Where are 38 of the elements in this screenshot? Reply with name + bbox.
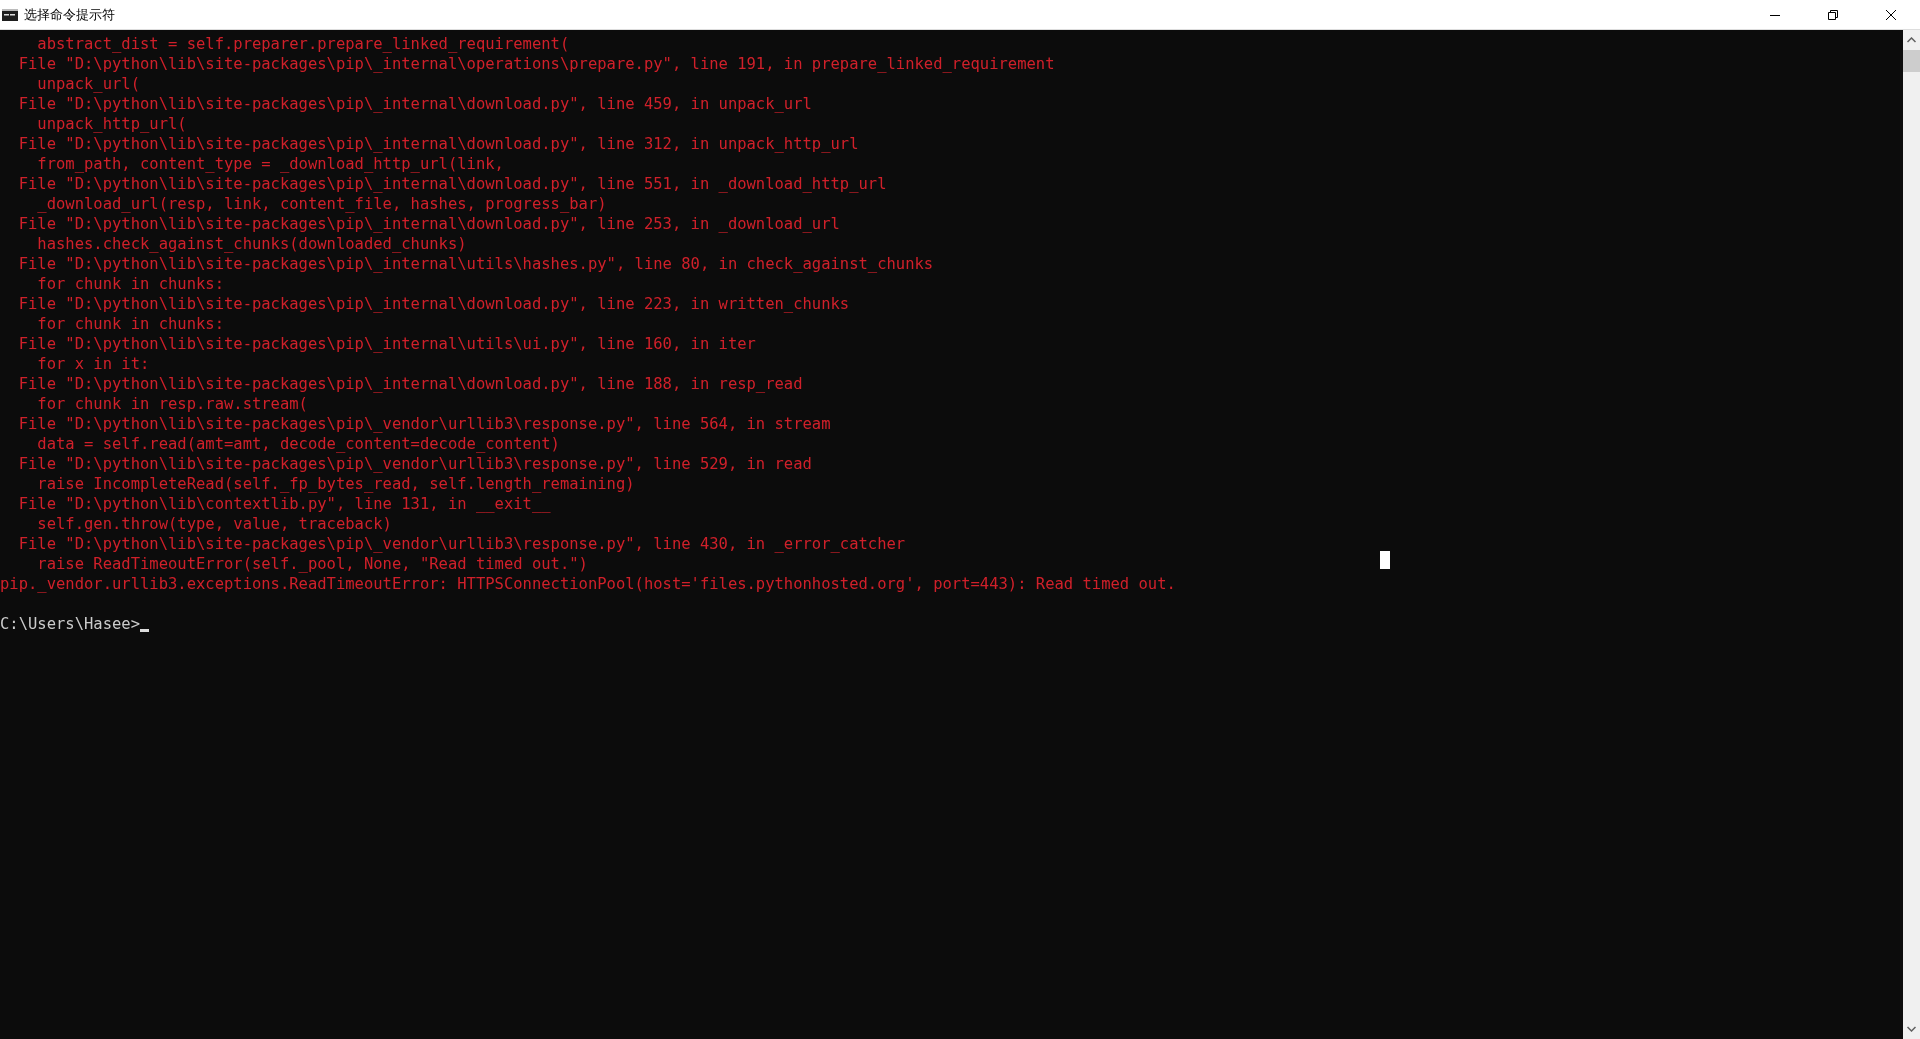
error-line: File "D:\python\lib\site-packages\pip\_internal\download.py", line 188, in resp_read — [17, 375, 803, 393]
command-prompt: C:\Users\Hasee> — [0, 614, 140, 634]
error-line: abstract_dist = self.preparer.prepare_linked_requirement( — [36, 35, 570, 53]
error-line: File "D:\python\lib\site-packages\pip\_internal\download.py", line 312, in unpack_http_url — [17, 135, 859, 153]
error-line: File "D:\python\lib\site-packages\pip\_internal\operations\prepare.py", line 191, in prepare_linked_requirement — [17, 55, 1055, 73]
error-line: for chunk in chunks: — [36, 275, 224, 293]
error-line: File "D:\python\lib\site-packages\pip\_internal\download.py", line 459, in unpack_url — [17, 95, 812, 113]
error-line: data = self.read(amt=amt, decode_content=decode_content) — [36, 435, 560, 453]
error-line: for chunk in chunks: — [36, 315, 224, 333]
error-line: File "D:\python\lib\site-packages\pip\_vendor\urllib3\response.py", line 564, in stream — [17, 415, 831, 433]
error-line: File "D:\python\lib\site-packages\pip\_internal\utils\ui.py", line 160, in iter — [17, 335, 756, 353]
error-line: unpack_url( — [36, 75, 140, 93]
error-line: from_path, content_type = _download_http_url(link, — [36, 155, 504, 173]
error-line: File "D:\python\lib\site-packages\pip\_internal\download.py", line 253, in _download_url — [17, 215, 840, 233]
error-line: File "D:\python\lib\contextlib.py", line 131, in __exit__ — [17, 495, 551, 513]
error-line: File "D:\python\lib\site-packages\pip\_internal\download.py", line 223, in written_chunks — [17, 295, 850, 313]
error-line: File "D:\python\lib\site-packages\pip\_vendor\urllib3\response.py", line 529, in read — [17, 455, 812, 473]
scroll-down-icon[interactable] — [1907, 1026, 1916, 1032]
error-line: unpack_http_url( — [36, 115, 187, 133]
text-cursor — [140, 628, 149, 632]
error-line: File "D:\python\lib\site-packages\pip\_internal\utils\hashes.py", line 80, in check_against_chunks — [17, 255, 934, 273]
scrollbar[interactable] — [1903, 30, 1920, 1039]
error-line: for chunk in resp.raw.stream( — [36, 395, 308, 413]
restore-icon — [1828, 9, 1838, 20]
error-line: _download_url(resp, link, content_file, hashes, progress_bar) — [36, 195, 607, 213]
selection-block — [1380, 551, 1390, 569]
error-line: for x in it: — [36, 355, 150, 373]
close-icon — [1886, 9, 1896, 20]
error-line: pip._vendor.urllib3.exceptions.ReadTimeoutError: HTTPSConnectionPool(host='files.pythonhosted.org', port=443): Read timed out. — [0, 575, 1176, 593]
error-line: hashes.check_against_chunks(downloaded_chunks) — [36, 235, 467, 253]
error-line: File "D:\python\lib\site-packages\pip\_vendor\urllib3\response.py", line 430, in _error_catcher — [17, 535, 906, 553]
scroll-thumb[interactable] — [1903, 50, 1920, 72]
error-line: raise ReadTimeoutError(self._pool, None, "Read timed out.") — [36, 555, 588, 573]
error-line: self.gen.throw(type, value, traceback) — [36, 515, 392, 533]
window-title: 选择命令提示符 — [24, 5, 115, 24]
scroll-up-icon[interactable] — [1907, 37, 1916, 43]
error-line: File "D:\python\lib\site-packages\pip\_internal\download.py", line 551, in _download_http_url — [17, 175, 887, 193]
error-line: raise IncompleteRead(self._fp_bytes_read, self.length_remaining) — [36, 475, 635, 493]
